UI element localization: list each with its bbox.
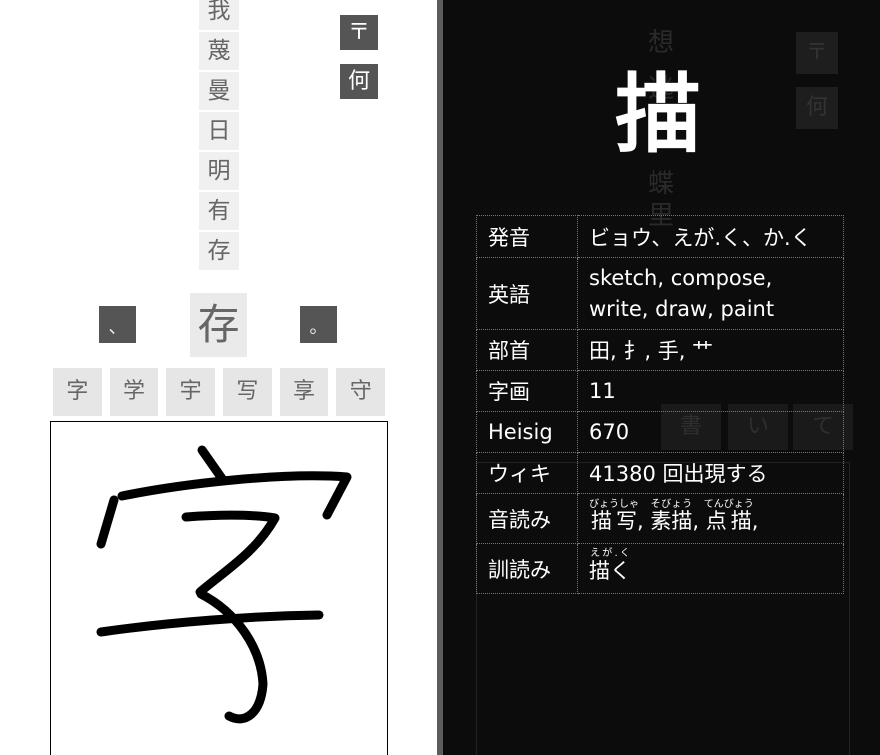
info-row: 音読み 描写びょうしゃ, 素描そびょう, 点描てんびょう, — [476, 493, 844, 544]
onyomi-word[interactable]: 点描てんびょう — [704, 499, 754, 533]
current-char[interactable]: 存 — [190, 293, 247, 357]
background-what-button: 何 — [796, 87, 838, 129]
info-row: 英語 sketch, compose, write, draw, paint — [476, 257, 844, 330]
char-cell[interactable]: 我 — [199, 0, 239, 30]
kunyomi-value: 描くえが.く — [577, 543, 844, 594]
info-label: 音読み — [476, 493, 578, 544]
candidate-char[interactable]: 守 — [336, 368, 386, 416]
background-char: 想 — [648, 28, 675, 58]
info-label: 訓読み — [476, 543, 578, 594]
period-button[interactable]: 。 — [300, 306, 337, 343]
radicals-value: 田, 扌, 手, 艹 — [577, 329, 844, 371]
what-button[interactable]: 何 — [340, 64, 378, 99]
info-row: Heisig 670 — [476, 411, 844, 453]
info-label: ウィキ — [476, 452, 578, 494]
candidate-char[interactable]: 字 — [53, 368, 102, 416]
background-postal-button: 〒 — [796, 32, 838, 74]
char-cell[interactable]: 曼 — [199, 72, 239, 110]
comma-button[interactable]: 、 — [99, 306, 136, 343]
info-row: 発音 ビョウ、えが.く、か.く — [476, 215, 844, 258]
char-cell[interactable]: 有 — [199, 192, 239, 230]
info-row: 字画 11 — [476, 370, 844, 412]
info-label: 英語 — [476, 257, 578, 330]
onyomi-word[interactable]: 描写びょうしゃ — [589, 499, 639, 533]
candidate-char[interactable]: 宇 — [166, 368, 216, 416]
info-row: 訓読み 描くえが.く — [476, 543, 844, 594]
char-cell[interactable]: 蔑 — [199, 32, 239, 70]
kanji-display: 描 — [615, 65, 701, 165]
kanji-info-table: 発音 ビョウ、えが.く、か.く 英語 sketch, compose, writ… — [476, 215, 844, 594]
info-label: 部首 — [476, 329, 578, 371]
postal-button[interactable]: 〒 — [340, 15, 378, 50]
info-label: 字画 — [476, 370, 578, 412]
info-row: 部首 田, 扌, 手, 艹 — [476, 329, 844, 371]
char-cell[interactable]: 明 — [199, 152, 239, 190]
onyomi-word[interactable]: 素描そびょう — [650, 499, 692, 533]
wiki-value: 41380 回出現する — [577, 452, 844, 494]
candidate-char[interactable]: 写 — [223, 368, 272, 416]
info-row: ウィキ 41380 回出現する — [476, 452, 844, 494]
strokes-value: 11 — [577, 370, 844, 412]
heisig-value: 670 — [577, 411, 844, 453]
right-panel: 想 逃 蝶 里 〒 何 書 い て 描 発音 ビョウ、えが.く、か.く 英語 s… — [443, 0, 880, 755]
left-panel: 我 蔑 曼 日 明 有 存 〒 何 、 存 。 字 学 宇 写 享 守 — [0, 0, 437, 755]
english-value: sketch, compose, write, draw, paint — [577, 257, 844, 330]
char-cell[interactable]: 存 — [199, 232, 239, 270]
char-cell[interactable]: 日 — [199, 112, 239, 150]
candidate-char[interactable]: 享 — [279, 368, 329, 416]
handwriting-canvas[interactable] — [50, 421, 388, 755]
pronunciation-value: ビョウ、えが.く、か.く — [577, 215, 844, 258]
info-label: 発音 — [476, 215, 578, 258]
onyomi-value: 描写びょうしゃ, 素描そびょう, 点描てんびょう, — [577, 493, 844, 544]
candidate-row: 字 学 宇 写 享 守 — [53, 368, 386, 416]
info-label: Heisig — [476, 411, 578, 453]
kunyomi-word[interactable]: 描くえが.く — [589, 548, 631, 583]
stroke-order-column: 我 蔑 曼 日 明 有 存 — [199, 0, 239, 272]
handwritten-strokes — [96, 445, 352, 724]
candidate-char[interactable]: 学 — [109, 368, 159, 416]
